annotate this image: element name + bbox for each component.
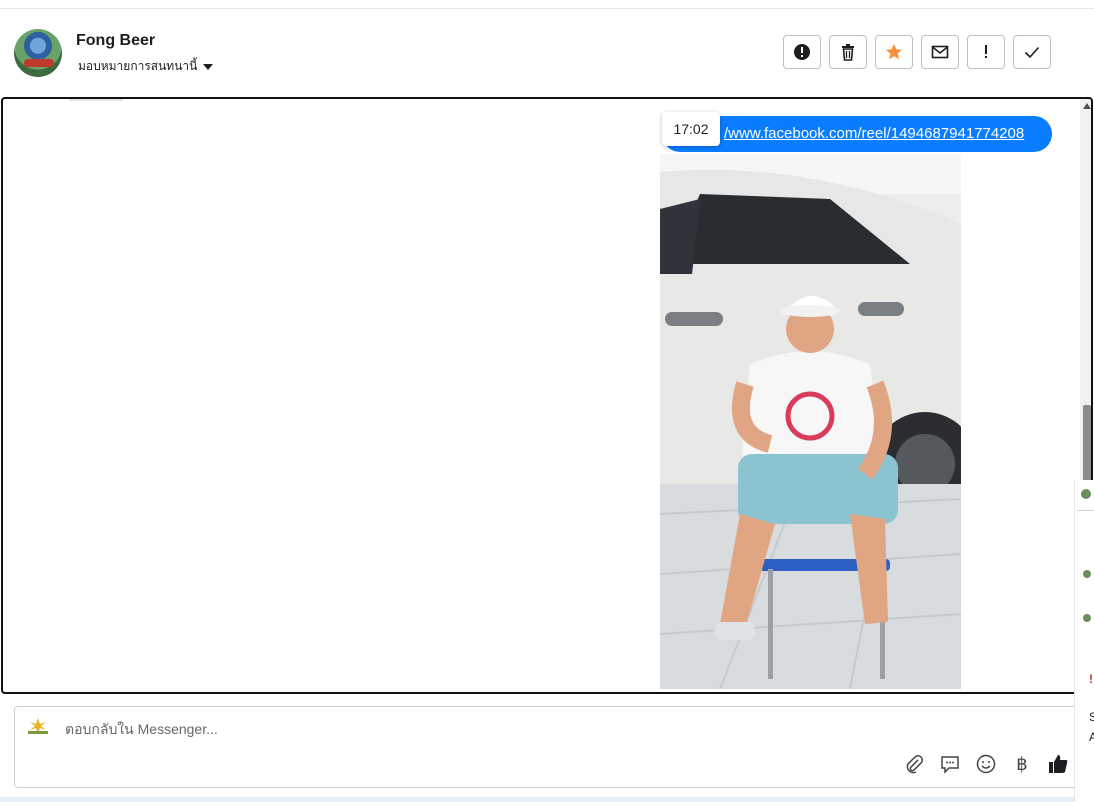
contact-avatar[interactable] [14, 29, 62, 77]
exclamation-icon [985, 45, 987, 58]
star-icon [886, 44, 902, 60]
partial-text: S [1089, 710, 1094, 724]
warning-marker: ! [1089, 672, 1093, 686]
star-button[interactable] [875, 35, 913, 69]
delete-button[interactable] [829, 35, 867, 69]
saved-replies-button[interactable] [939, 753, 961, 775]
avatar-thumb [1083, 614, 1091, 622]
conversation-actions [783, 35, 1051, 69]
contact-name[interactable]: Fong Beer [76, 32, 155, 50]
chevron-down-icon [203, 63, 214, 70]
thread-divider [69, 99, 123, 101]
reply-composer: ฿ [14, 706, 1078, 788]
envelope-icon [931, 45, 949, 59]
paperclip-icon [906, 755, 923, 774]
scroll-up-icon[interactable] [1083, 103, 1091, 109]
link-message-bubble[interactable]: /www.facebook.com/reel/1494687941774208 [662, 116, 1052, 152]
conversation-header: Fong Beer มอบหมายการสนทนานี้ [0, 9, 1094, 97]
mark-done-button[interactable] [1013, 35, 1051, 69]
exclamation-circle-icon [794, 44, 810, 60]
attach-button[interactable] [903, 753, 925, 775]
assign-conversation-dropdown[interactable]: มอบหมายการสนทนานี้ [78, 57, 214, 76]
message-timestamp: 17:02 [662, 112, 720, 146]
avatar-thumb [1081, 489, 1091, 499]
spam-button[interactable] [783, 35, 821, 69]
side-panel-edge: ! S A [1074, 480, 1094, 802]
payment-button[interactable]: ฿ [1011, 753, 1033, 775]
check-icon [1024, 46, 1040, 59]
bottom-border [0, 797, 1074, 802]
follow-up-button[interactable] [967, 35, 1005, 69]
mark-unread-button[interactable] [921, 35, 959, 69]
trash-icon [842, 44, 854, 61]
composer-tools: ฿ [903, 753, 1069, 775]
panel-divider [1077, 510, 1094, 511]
reel-thumbnail-graphic [660, 154, 961, 689]
page-logo-icon [28, 718, 48, 734]
speech-bubble-icon [941, 756, 959, 774]
top-border [0, 0, 1094, 9]
reel-preview-image[interactable] [660, 154, 961, 689]
baht-icon: ฿ [1016, 753, 1028, 774]
partial-text: A [1089, 730, 1094, 744]
thumbs-up-icon [1049, 755, 1068, 773]
reel-link[interactable]: /www.facebook.com/reel/1494687941774208 [724, 125, 1024, 142]
emoji-button[interactable] [975, 753, 997, 775]
reply-input[interactable] [63, 720, 967, 738]
assign-label: มอบหมายการสนทนานี้ [78, 59, 198, 73]
like-button[interactable] [1047, 753, 1069, 775]
smiley-icon [976, 754, 996, 774]
avatar-thumb [1083, 570, 1091, 578]
message-thread[interactable]: /www.facebook.com/reel/1494687941774208 … [1, 97, 1093, 694]
